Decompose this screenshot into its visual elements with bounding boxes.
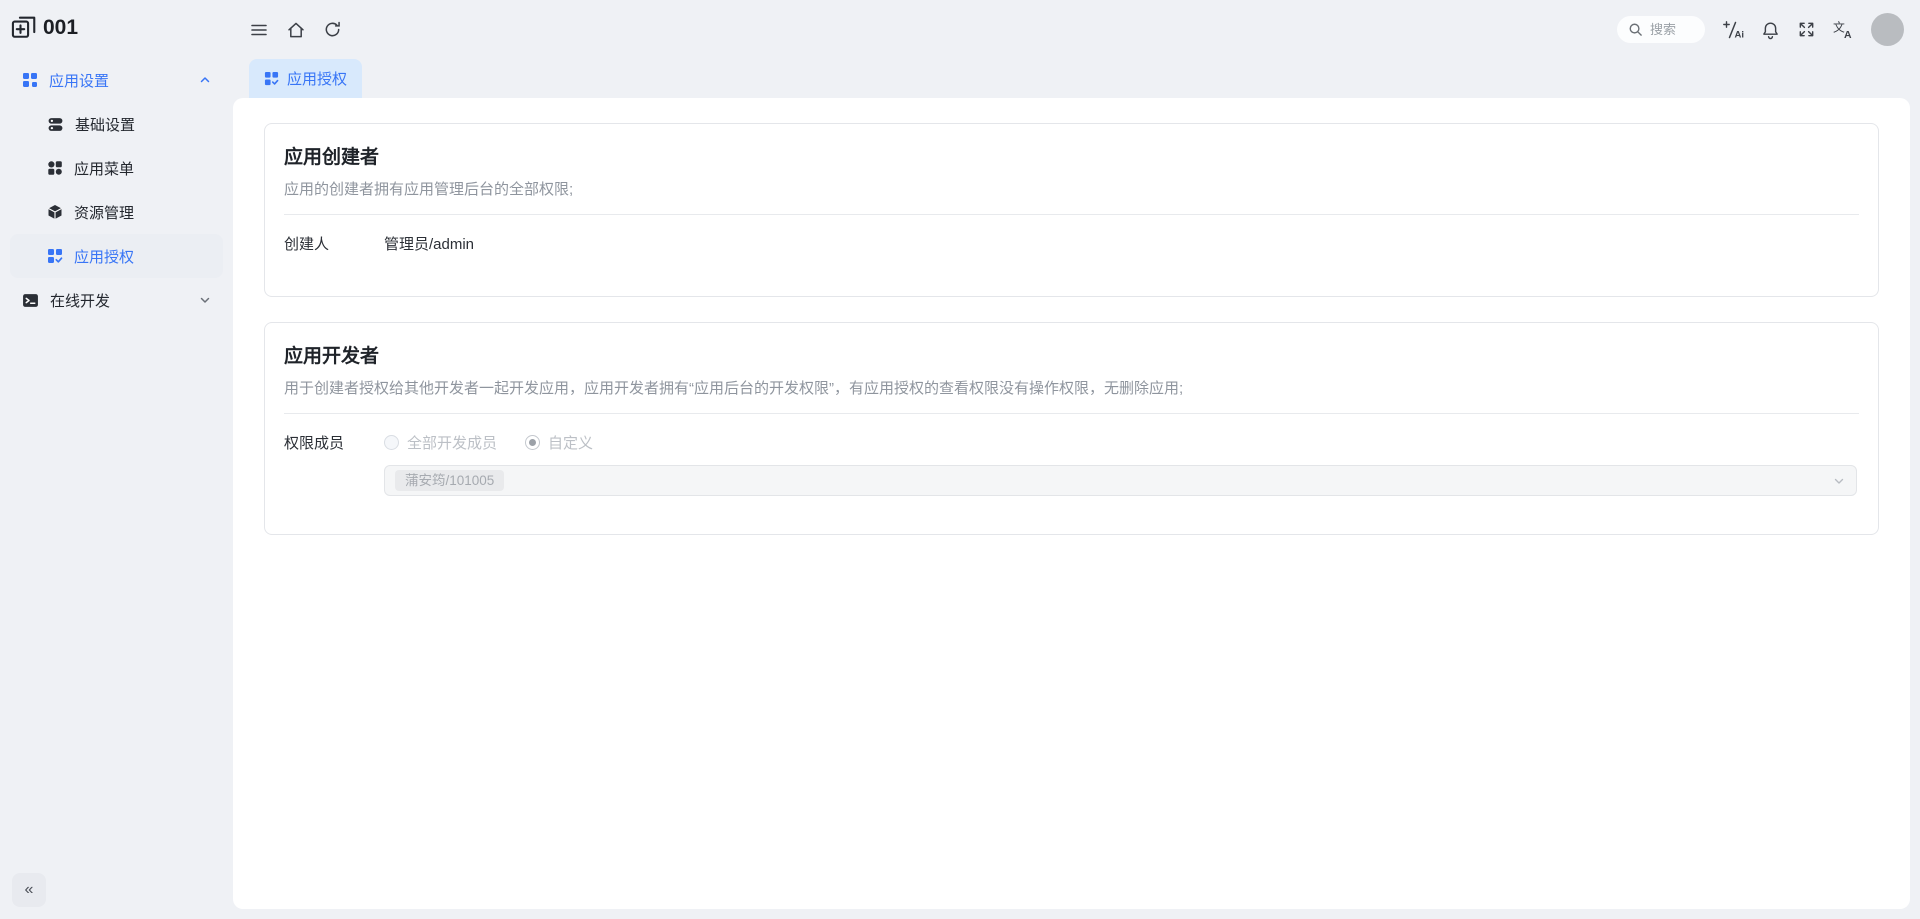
chevron-up-icon[interactable] xyxy=(199,74,211,86)
refresh-icon[interactable] xyxy=(323,20,342,39)
server-icon xyxy=(47,116,64,133)
member-tag: 蒲安筠/101005 xyxy=(395,469,505,492)
divider xyxy=(284,214,1859,215)
sidebar: 001 应用设置 基础设置 应用菜单 资源管理 应用授权 在线开发 « xyxy=(0,0,233,919)
sidebar-item-app-authorization[interactable]: 应用授权 xyxy=(10,234,223,278)
svg-text:A: A xyxy=(1844,30,1852,39)
grid-check-icon xyxy=(264,71,279,86)
cube-icon xyxy=(47,204,63,220)
topbar: Ai 文 A xyxy=(233,0,1920,59)
radio-label: 自定义 xyxy=(548,435,594,452)
creator-field-value: 管理员/admin xyxy=(384,236,475,253)
sidebar-item-label: 基础设置 xyxy=(75,116,136,134)
permission-members-label: 权限成员 xyxy=(284,435,345,452)
card-description: 用于创建者授权给其他开发者一起开发应用，应用开发者拥有“应用后台的开发权限”，有… xyxy=(284,380,1184,397)
sidebar-group-app-settings[interactable]: 应用设置 xyxy=(10,58,223,102)
notifications-bell-icon[interactable] xyxy=(1761,20,1780,40)
user-avatar[interactable] xyxy=(1871,13,1904,46)
app-developer-card: 应用开发者 用于创建者授权给其他开发者一起开发应用，应用开发者拥有“应用后台的开… xyxy=(264,322,1879,535)
four-tiles-icon xyxy=(47,160,63,176)
radio-label: 全部开发成员 xyxy=(407,435,498,452)
chevron-down-icon[interactable] xyxy=(199,294,211,306)
sidebar-group-label: 在线开发 xyxy=(50,292,111,310)
ai-assistant-icon[interactable]: Ai xyxy=(1722,20,1744,40)
sidebar-collapse-button[interactable]: « xyxy=(12,873,46,907)
sidebar-item-label: 应用菜单 xyxy=(74,160,135,178)
radio-custom[interactable]: 自定义 xyxy=(525,432,593,453)
grid-check-icon xyxy=(47,248,63,264)
global-search[interactable] xyxy=(1617,16,1705,43)
permission-members-row: 权限成员 全部开发成员 自定义 xyxy=(284,432,1859,453)
tab-app-authorization[interactable]: 应用授权 xyxy=(249,59,363,98)
radio-all-developers[interactable]: 全部开发成员 xyxy=(384,432,497,453)
select-chevron-down-icon xyxy=(1832,474,1846,488)
hamburger-menu-icon[interactable] xyxy=(249,20,269,40)
card-title: 应用开发者 xyxy=(284,346,380,367)
sidebar-item-label: 应用授权 xyxy=(74,248,135,266)
app-creator-card: 应用创建者 应用的创建者拥有应用管理后台的全部权限; 创建人 管理员/admin xyxy=(264,123,1879,297)
divider xyxy=(284,413,1859,414)
app-logo-icon xyxy=(10,14,38,42)
card-title: 应用创建者 xyxy=(284,147,380,168)
sidebar-menu: 应用设置 基础设置 应用菜单 资源管理 应用授权 在线开发 xyxy=(0,50,233,322)
sidebar-item-label: 资源管理 xyxy=(74,204,135,222)
app-logo[interactable]: 001 xyxy=(0,0,233,50)
tab-bar: 应用授权 xyxy=(233,59,363,98)
sidebar-group-online-dev[interactable]: 在线开发 xyxy=(10,278,223,322)
search-input[interactable] xyxy=(1650,22,1694,37)
main-content: 应用创建者 应用的创建者拥有应用管理后台的全部权限; 创建人 管理员/admin… xyxy=(233,98,1910,909)
radio-unchecked-icon xyxy=(384,435,399,450)
terminal-icon xyxy=(22,292,39,309)
creator-field-label: 创建人 xyxy=(284,236,330,253)
fullscreen-icon[interactable] xyxy=(1797,20,1816,39)
member-scope-radio-group: 全部开发成员 自定义 xyxy=(384,432,593,453)
tab-label: 应用授权 xyxy=(287,71,348,88)
search-icon xyxy=(1628,22,1643,37)
sidebar-item-basic-settings[interactable]: 基础设置 xyxy=(10,102,223,146)
card-description: 应用的创建者拥有应用管理后台的全部权限; xyxy=(284,181,574,198)
sidebar-group-label: 应用设置 xyxy=(49,72,110,90)
translate-icon[interactable]: 文 A xyxy=(1833,20,1854,39)
app-settings-grid-icon xyxy=(22,72,38,88)
creator-field-row: 创建人 管理员/admin xyxy=(284,233,1859,254)
sidebar-item-app-menu[interactable]: 应用菜单 xyxy=(10,146,223,190)
svg-text:Ai: Ai xyxy=(1735,29,1745,40)
collapse-icon: « xyxy=(24,881,34,898)
sidebar-item-resource-management[interactable]: 资源管理 xyxy=(10,190,223,234)
member-select[interactable]: 蒲安筠/101005 xyxy=(384,465,1857,496)
home-icon[interactable] xyxy=(286,20,306,40)
app-title: 001 xyxy=(43,16,79,39)
radio-checked-icon xyxy=(525,435,541,450)
